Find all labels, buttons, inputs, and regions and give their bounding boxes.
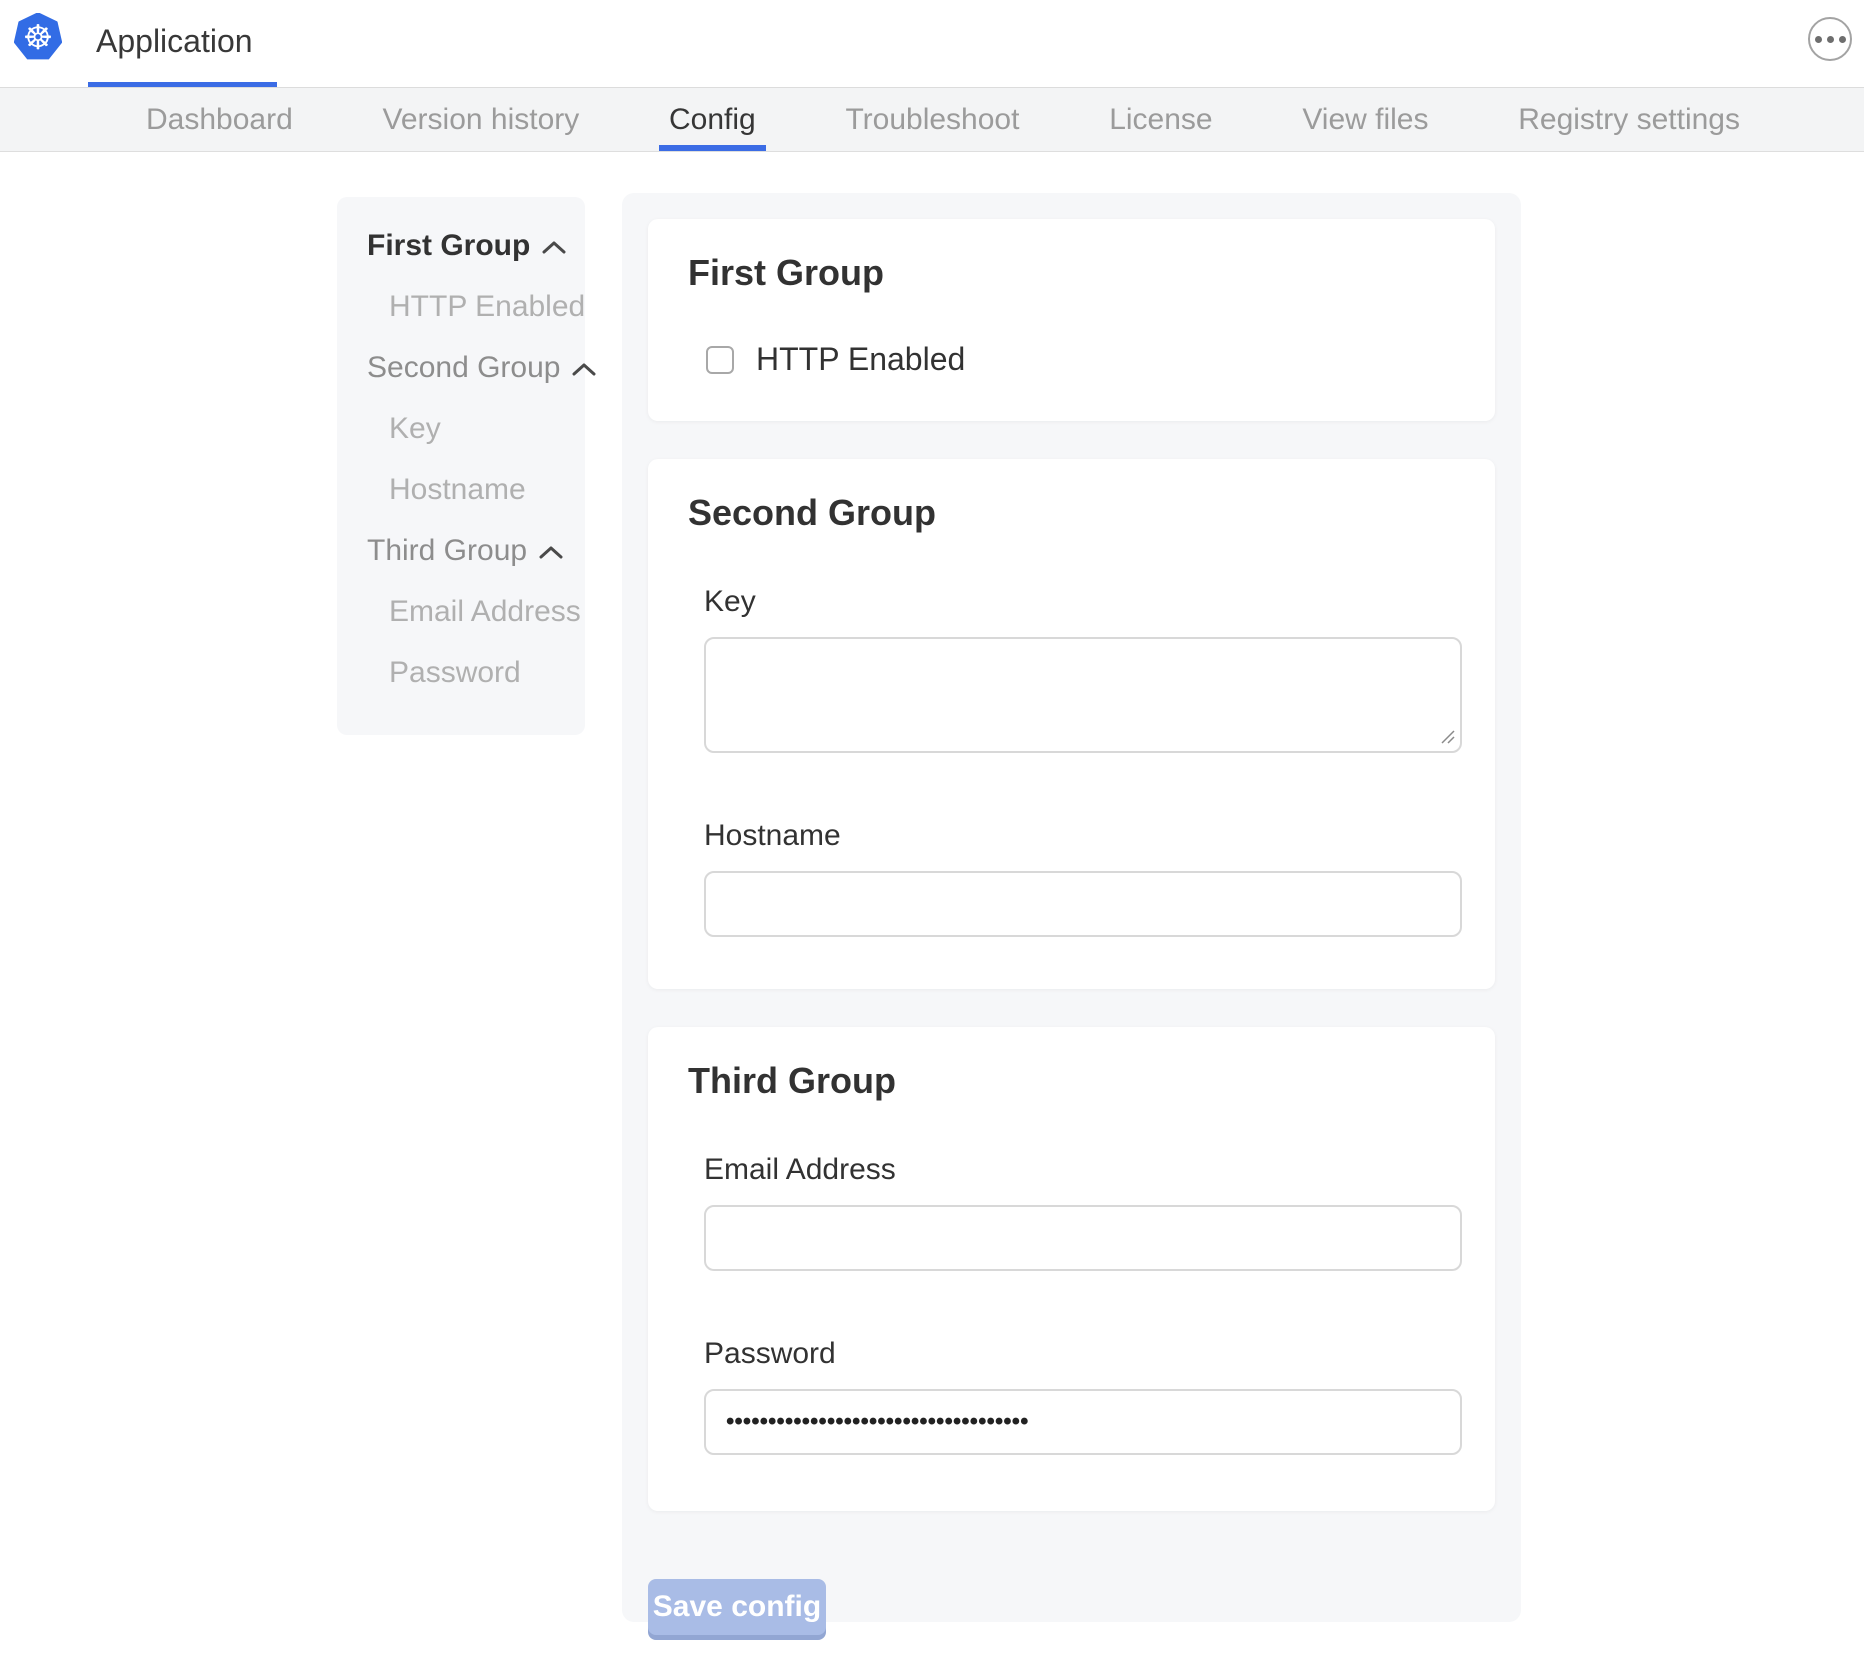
config-panel: First Group HTTP Enabled Second Group Ke… xyxy=(622,193,1521,1622)
save-config-button[interactable]: Save config xyxy=(648,1579,826,1635)
key-textarea[interactable] xyxy=(704,637,1462,753)
field-label: Email Address xyxy=(704,1153,1455,1187)
checkbox-label[interactable]: HTTP Enabled xyxy=(756,341,965,378)
app-tabbar: Dashboard Version history Config Trouble… xyxy=(0,88,1864,152)
chevron-up-icon xyxy=(542,240,566,255)
config-group-second: Second Group Key Hostname xyxy=(648,459,1495,989)
sidebar-item-label: Password xyxy=(389,656,521,690)
config-group-first: First Group HTTP Enabled xyxy=(648,219,1495,421)
field-label: Hostname xyxy=(704,819,1455,853)
config-page: First Group HTTP Enabled Second Group Ke… xyxy=(0,152,1864,1679)
sidebar-item-http-enabled[interactable]: HTTP Enabled xyxy=(367,276,585,337)
password-input[interactable] xyxy=(704,1389,1462,1455)
chevron-up-icon xyxy=(539,545,563,560)
key-field: Key xyxy=(704,585,1455,753)
sidebar-item-label: Hostname xyxy=(389,473,526,507)
hostname-field: Hostname xyxy=(704,819,1455,937)
tab-license[interactable]: License xyxy=(1103,88,1218,151)
sidebar-item-key[interactable]: Key xyxy=(367,398,585,459)
helm-wheel-glyph: ☸ xyxy=(14,13,62,61)
group-title: First Group xyxy=(688,253,1455,293)
app-title: Application xyxy=(96,23,253,60)
sidebar-item-label: First Group xyxy=(367,229,530,263)
sidebar-item-label: Third Group xyxy=(367,534,527,568)
tab-dashboard[interactable]: Dashboard xyxy=(140,88,299,151)
sidebar-item-first-group[interactable]: First Group xyxy=(367,215,585,276)
sidebar-item-label: Key xyxy=(389,412,441,446)
sidebar-item-second-group[interactable]: Second Group xyxy=(367,337,585,398)
ellipsis-icon xyxy=(1815,36,1822,43)
config-sidebar: First Group HTTP Enabled Second Group Ke… xyxy=(337,197,585,735)
group-title: Second Group xyxy=(688,493,1455,533)
app-header: ☸ Application xyxy=(0,0,1864,88)
sidebar-item-label: Second Group xyxy=(367,351,560,385)
email-address-field: Email Address xyxy=(704,1153,1455,1271)
tab-registry-settings[interactable]: Registry settings xyxy=(1512,88,1746,151)
config-group-third: Third Group Email Address Password xyxy=(648,1027,1495,1511)
field-label: Password xyxy=(704,1337,1455,1371)
sidebar-item-label: Email Address xyxy=(389,595,581,629)
hostname-input[interactable] xyxy=(704,871,1462,937)
app-title-tab[interactable]: Application xyxy=(88,0,277,87)
tab-version-history[interactable]: Version history xyxy=(377,88,586,151)
email-address-input[interactable] xyxy=(704,1205,1462,1271)
sidebar-item-label: HTTP Enabled xyxy=(389,290,585,324)
sidebar-item-third-group[interactable]: Third Group xyxy=(367,520,585,581)
group-title: Third Group xyxy=(688,1061,1455,1101)
sidebar-item-hostname[interactable]: Hostname xyxy=(367,459,585,520)
resize-grip-icon[interactable] xyxy=(1441,730,1455,744)
overflow-menu-button[interactable] xyxy=(1808,17,1852,61)
kubernetes-logo-icon[interactable]: ☸ xyxy=(14,13,62,61)
tab-view-files[interactable]: View files xyxy=(1296,88,1434,151)
tab-troubleshoot[interactable]: Troubleshoot xyxy=(839,88,1025,151)
http-enabled-checkbox[interactable] xyxy=(706,346,734,374)
sidebar-item-email-address[interactable]: Email Address xyxy=(367,581,585,642)
field-label: Key xyxy=(704,585,1455,619)
tab-config[interactable]: Config xyxy=(663,88,762,151)
password-field: Password xyxy=(704,1337,1455,1455)
http-enabled-field: HTTP Enabled xyxy=(706,341,1455,378)
sidebar-item-password[interactable]: Password xyxy=(367,642,585,703)
chevron-up-icon xyxy=(572,362,596,377)
